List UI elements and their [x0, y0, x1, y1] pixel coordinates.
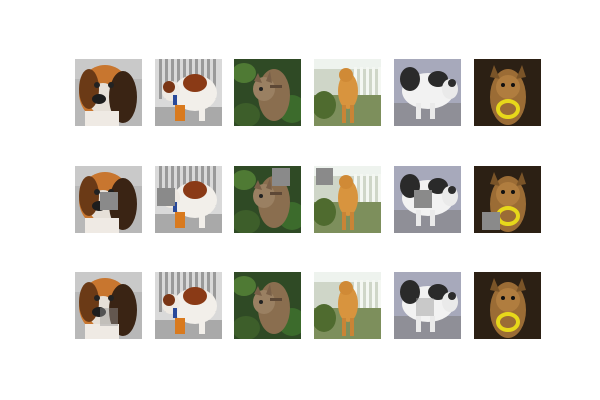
reconstructed-black-white-cat-image [394, 272, 461, 339]
occluded-black-white-cat-image [394, 166, 461, 233]
image-grid [0, 0, 600, 400]
original-beagle-dog-image [75, 59, 142, 126]
reconstructed-white-brown-dog-image [155, 272, 222, 339]
reconstructed-patch [100, 308, 118, 326]
occluded-dog-yellow-ring-image [474, 166, 541, 233]
original-tabby-cat-image [234, 59, 301, 126]
reconstructed-patch [416, 298, 434, 316]
occluded-white-brown-dog-image [155, 166, 222, 233]
occlusion-patch [414, 190, 432, 208]
reconstructed-beagle-dog-image [75, 272, 142, 339]
reconstructed-orange-cat-image [314, 272, 381, 339]
occlusion-patch [482, 212, 500, 230]
occluded-tabby-cat-image [234, 166, 301, 233]
occluded-orange-cat-image [314, 166, 381, 233]
original-dog-yellow-ring-image [474, 59, 541, 126]
occlusion-patch [157, 188, 175, 206]
original-black-white-cat-image [394, 59, 461, 126]
reconstructed-tabby-cat-image [234, 272, 301, 339]
reconstructed-dog-yellow-ring-image [474, 272, 541, 339]
occlusion-patch [100, 192, 118, 210]
occlusion-patch [272, 168, 290, 186]
original-orange-cat-image [314, 59, 381, 126]
occlusion-patch [316, 168, 333, 185]
original-white-brown-dog-image [155, 59, 222, 126]
occluded-beagle-dog-image [75, 166, 142, 233]
